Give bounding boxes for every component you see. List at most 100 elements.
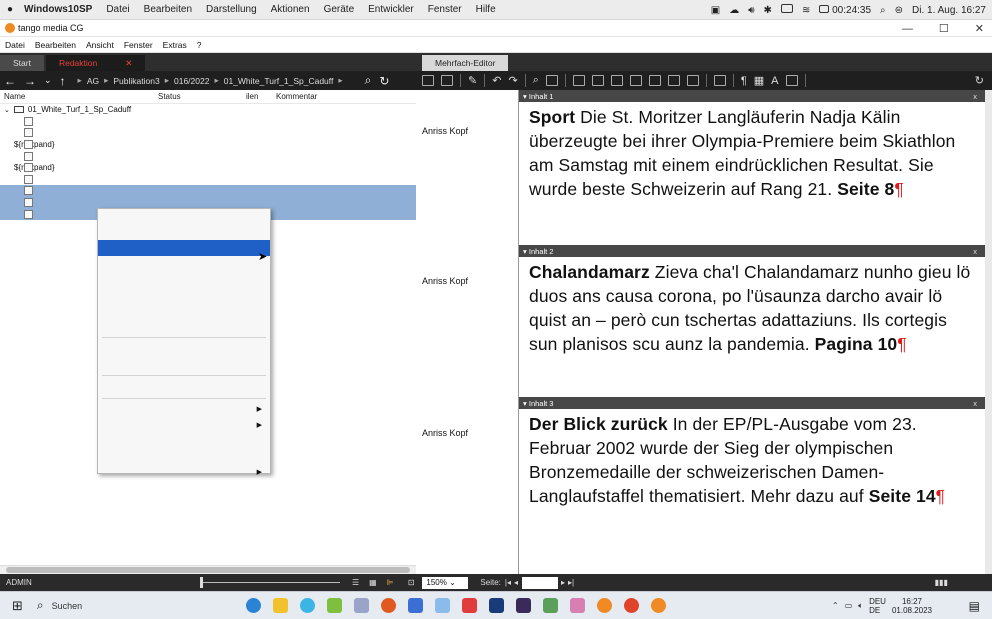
block-text-1[interactable]: Sport Die St. Moritzer Langläuferin Nadj… bbox=[519, 102, 985, 245]
forward-arrow-icon[interactable]: → bbox=[20, 74, 40, 88]
tree-row[interactable] bbox=[0, 174, 416, 186]
mac-menu-datei[interactable]: Datei bbox=[99, 4, 136, 15]
block-header-2[interactable]: ▾ Inhalt 2 x bbox=[519, 245, 985, 257]
column-lines[interactable]: ilen bbox=[246, 92, 276, 101]
tab-mehrfach-editor[interactable]: Mehrfach-Editor bbox=[422, 55, 509, 71]
context-menu-item[interactable] bbox=[98, 209, 270, 225]
editor-refresh-icon[interactable]: ↻ bbox=[975, 74, 984, 87]
mac-menu-geraete[interactable]: Geräte bbox=[317, 4, 362, 15]
control-center-icon[interactable]: ⊜ bbox=[895, 5, 903, 16]
taskbar-clock[interactable]: 16:27 01.08.2023 bbox=[892, 597, 932, 615]
context-menu-item[interactable] bbox=[98, 303, 270, 319]
block-text-2[interactable]: Chalandamarz Zieva cha'l Chalandamarz nu… bbox=[519, 257, 985, 397]
tree-row[interactable] bbox=[0, 116, 416, 128]
context-menu-item[interactable]: ▶ bbox=[98, 417, 270, 433]
context-menu-item[interactable] bbox=[98, 318, 270, 334]
italic-icon[interactable] bbox=[713, 75, 726, 86]
context-menu-item[interactable] bbox=[98, 225, 270, 241]
undo-icon[interactable]: ↶ bbox=[492, 74, 501, 87]
tree-root-row[interactable]: ⌄ 01_White_Turf_1_Sp_Caduff bbox=[0, 104, 416, 116]
context-menu-item[interactable]: ▶ bbox=[98, 402, 270, 418]
chart2-app-icon[interactable] bbox=[570, 598, 586, 613]
ie-icon[interactable] bbox=[300, 598, 316, 613]
mac-clock[interactable]: Di. 1. Aug. 16:27 bbox=[912, 5, 986, 16]
block-text-3[interactable]: Der Blick zurück In der EP/PL-Ausgabe vo… bbox=[519, 409, 985, 508]
menu-datei[interactable]: Datei bbox=[0, 40, 30, 50]
context-menu-item[interactable] bbox=[98, 240, 270, 256]
tree-row[interactable]: ${r.expand} bbox=[0, 162, 416, 174]
windows-start-icon[interactable]: ⊞ bbox=[12, 598, 23, 614]
mac-menu-aktionen[interactable]: Aktionen bbox=[264, 4, 317, 15]
up-arrow-icon[interactable]: ↑ bbox=[56, 74, 70, 88]
tab-redaktion[interactable]: Redaktion ✕ bbox=[45, 55, 146, 71]
spotlight-icon[interactable]: ⌕ bbox=[880, 5, 886, 16]
pen-icon[interactable]: ✎ bbox=[468, 74, 477, 87]
firefox-icon[interactable] bbox=[381, 598, 397, 613]
mac-menu-entwickler[interactable]: Entwickler bbox=[361, 4, 421, 15]
back-arrow-icon[interactable]: ← bbox=[0, 74, 20, 88]
mac-app-name[interactable]: Windows10SP bbox=[20, 4, 99, 15]
block-header-1[interactable]: ▾ Inhalt 1 x bbox=[519, 90, 985, 102]
find-icon[interactable]: ⌕ bbox=[533, 74, 539, 87]
edge-icon[interactable] bbox=[246, 598, 262, 613]
history-dropdown-icon[interactable]: ⌄ bbox=[40, 75, 56, 86]
apple-icon[interactable]: ● bbox=[0, 4, 20, 15]
grid-view-icon[interactable]: ▦ bbox=[369, 578, 377, 587]
chart-app-icon[interactable] bbox=[327, 598, 343, 613]
block-header-3[interactable]: ▾ Inhalt 3 x bbox=[519, 397, 985, 409]
spellcheck-icon[interactable] bbox=[785, 75, 798, 86]
tool-icon[interactable] bbox=[435, 598, 451, 613]
minimize-button[interactable]: — bbox=[902, 23, 913, 35]
last-page-icon[interactable]: ▸| bbox=[568, 578, 574, 587]
delete-block-icon[interactable] bbox=[629, 75, 642, 86]
network-app-icon[interactable] bbox=[543, 598, 559, 613]
zoom-slider[interactable] bbox=[200, 577, 340, 588]
context-menu-item[interactable] bbox=[98, 433, 270, 449]
cloud-icon[interactable]: ☁ bbox=[729, 5, 739, 16]
mac-menu-fenster[interactable]: Fenster bbox=[421, 4, 469, 15]
breadcrumb-page[interactable]: 01_White_Turf_1_Sp_Caduff bbox=[224, 76, 334, 86]
tree-row[interactable] bbox=[0, 150, 416, 162]
column-comment[interactable]: Kommentar bbox=[276, 92, 317, 101]
scrollbar-thumb[interactable] bbox=[6, 567, 410, 573]
expand-chevron-icon[interactable]: ${r.expand} bbox=[14, 163, 54, 172]
tree-row[interactable]: ${r.expand} bbox=[0, 139, 416, 151]
split-icon[interactable] bbox=[610, 75, 623, 86]
taskbar-search-text[interactable]: Suchen bbox=[52, 601, 83, 611]
tab-start[interactable]: Start bbox=[0, 55, 44, 71]
insert-icon[interactable] bbox=[572, 75, 585, 86]
close-window-button[interactable]: ✕ bbox=[975, 22, 984, 35]
menu-bearbeiten[interactable]: Bearbeiten bbox=[30, 40, 81, 50]
context-menu-item[interactable] bbox=[98, 271, 270, 287]
zoom-slider-handle[interactable] bbox=[200, 577, 203, 588]
notification-icon[interactable]: ▤ bbox=[969, 599, 980, 613]
context-menu-item[interactable] bbox=[98, 356, 270, 372]
parallels-icon[interactable]: ▣ bbox=[711, 5, 720, 16]
save-icon[interactable] bbox=[422, 75, 434, 86]
redo-icon[interactable]: ↷ bbox=[508, 74, 517, 87]
tree-row[interactable] bbox=[0, 127, 416, 139]
menu-fenster[interactable]: Fenster bbox=[119, 40, 158, 50]
tango-app-icon-2[interactable] bbox=[624, 598, 640, 613]
tray-chevron-icon[interactable]: ⌃ bbox=[832, 601, 839, 610]
acrobat-icon[interactable] bbox=[462, 598, 478, 613]
menu-ansicht[interactable]: Ansicht bbox=[81, 40, 119, 50]
context-menu-item[interactable] bbox=[98, 379, 270, 395]
breadcrumb-ag[interactable]: AG bbox=[87, 76, 99, 86]
list-view-icon[interactable]: ☰ bbox=[352, 578, 359, 587]
collapse-triangle-icon[interactable]: ▾ bbox=[523, 247, 527, 256]
breadcrumb-publikation[interactable]: Publikation3 bbox=[113, 76, 159, 86]
horizontal-scrollbar[interactable] bbox=[0, 565, 416, 574]
block-close-icon[interactable]: x bbox=[973, 399, 977, 408]
menu-extras[interactable]: Extras bbox=[158, 40, 192, 50]
mail-app-icon[interactable] bbox=[354, 598, 370, 613]
find-page-icon[interactable] bbox=[545, 75, 558, 86]
tree-view-icon[interactable]: ⊫ bbox=[387, 578, 394, 587]
menu-help[interactable]: ? bbox=[192, 40, 207, 50]
maximize-button[interactable]: ☐ bbox=[939, 22, 949, 35]
context-menu-item[interactable] bbox=[98, 341, 270, 357]
page-select[interactable] bbox=[521, 576, 558, 589]
next-block-icon[interactable] bbox=[686, 75, 699, 86]
timer-display[interactable]: 00:24:35 bbox=[819, 4, 871, 16]
expand-chevron-icon[interactable]: ${r.expand} bbox=[14, 140, 54, 149]
